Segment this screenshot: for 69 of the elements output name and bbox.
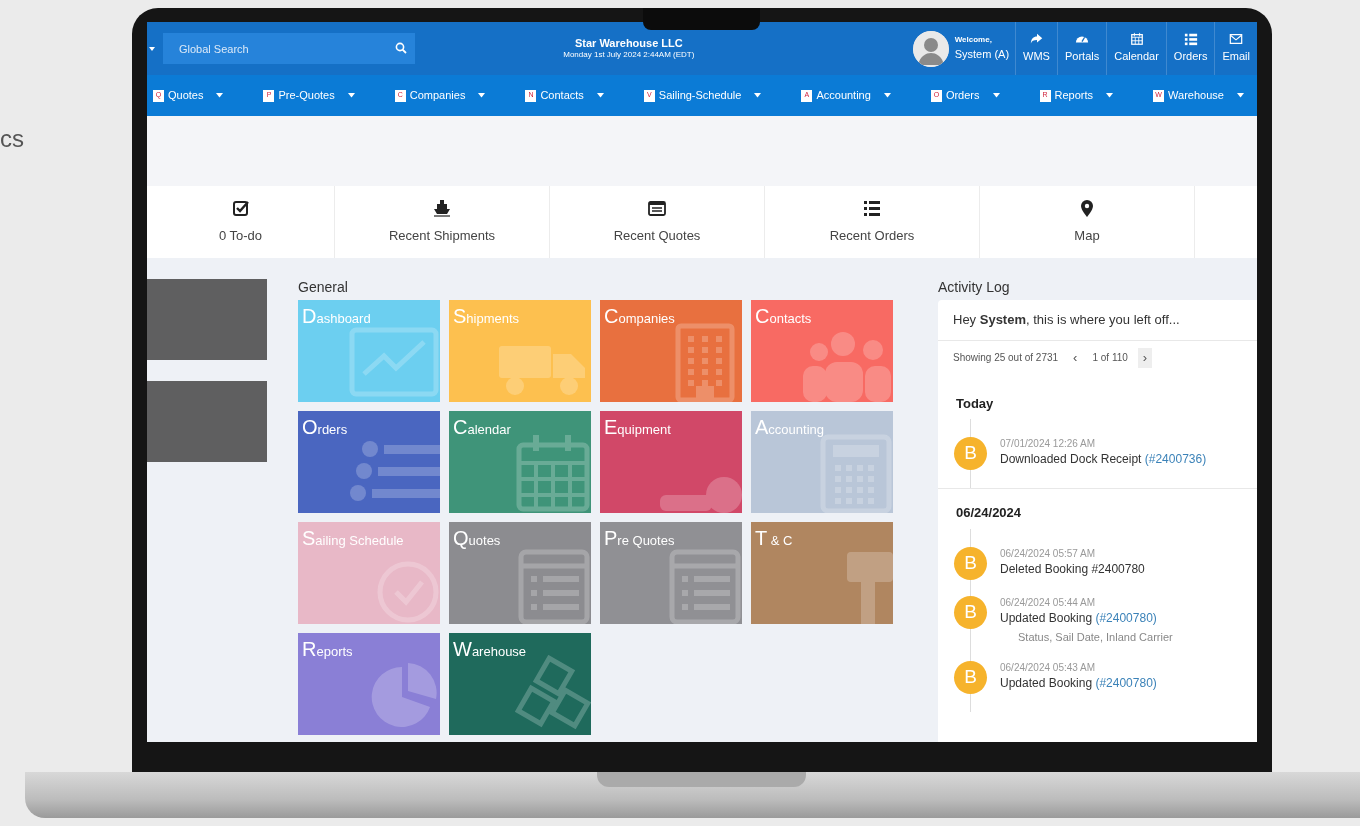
module-tile[interactable]: Orders <box>298 411 440 513</box>
map-pin-icon <box>1078 198 1096 217</box>
user-avatar[interactable] <box>912 30 949 67</box>
booking-link[interactable]: (#2400780) <box>1095 610 1157 625</box>
caret-icon <box>215 93 225 98</box>
pager-summary: Showing 25 out of 2731 <box>953 351 1059 365</box>
entry-time: 06/24/2024 05:57 AM <box>1000 546 1097 561</box>
user-initial-avatar: B <box>954 437 987 470</box>
module-tile[interactable]: Calendar <box>449 411 591 513</box>
caret-icon <box>882 93 892 98</box>
user-initial-avatar: B <box>954 546 987 580</box>
page-indicator: 1 of 110 <box>1092 351 1128 365</box>
browser-window-icon <box>648 198 666 217</box>
quick-link[interactable]: Map <box>980 186 1195 258</box>
section-title: General <box>298 279 349 295</box>
caret-icon <box>595 93 605 98</box>
group-date: 06/24/2024 <box>955 504 1023 522</box>
caret-icon <box>753 93 763 98</box>
ship-icon <box>433 198 451 217</box>
caret-icon <box>1105 93 1115 98</box>
quick-link[interactable]: Recent Quotes <box>550 186 765 258</box>
gavel-icon <box>847 552 893 624</box>
entry-time: 07/01/2024 12:26 AM <box>1000 437 1097 451</box>
user-name: System (A) <box>954 47 1010 63</box>
company-name: Star Warehouse LLC <box>573 36 684 51</box>
list-icon <box>1183 32 1198 47</box>
previous-page-button[interactable]: ‹ <box>1068 347 1083 368</box>
module-tile[interactable]: Companies <box>600 300 742 402</box>
entry-time: 06/24/2024 05:44 AM <box>1000 595 1097 610</box>
entry-time: 06/24/2024 05:43 AM <box>1000 661 1097 675</box>
caret-icon <box>477 93 487 98</box>
module-tile[interactable]: Contacts <box>751 300 893 402</box>
search-icon[interactable] <box>395 42 407 54</box>
section-title: Activity Log <box>938 279 1011 295</box>
search-field[interactable]: Global Search <box>163 33 415 64</box>
entry-text: Deleted Booking #2400780 <box>1000 560 1145 577</box>
caret-icon <box>346 93 356 98</box>
quick-link[interactable]: Recent Orders <box>765 186 980 258</box>
caret-icon <box>1235 93 1245 98</box>
checkbox-icon <box>231 198 250 217</box>
caret-icon <box>991 93 1001 98</box>
next-page-button[interactable]: › <box>1137 347 1153 368</box>
module-tile[interactable]: Pre Quotes <box>600 522 742 624</box>
user-initial-avatar: B <box>954 595 987 629</box>
calendar-icon <box>1129 32 1144 47</box>
module-tile[interactable]: Quotes <box>449 522 591 624</box>
wrench-icon <box>660 477 742 513</box>
entry-text: Updated Booking (#2400780) <box>1000 609 1158 626</box>
booking-link[interactable]: (#2400780) <box>1095 676 1157 690</box>
quick-link[interactable]: 0 To-do <box>147 186 335 258</box>
entry-detail: Status, Sail Date, Inland Carrier <box>1017 629 1173 645</box>
entry-text: Updated Booking (#2400780) <box>1000 675 1157 691</box>
background-text: cs <box>0 125 24 154</box>
module-tile[interactable]: Reports <box>298 633 440 735</box>
welcome-text: Welcome, <box>954 34 993 47</box>
date-time: Monday 1st July 2024 2:44AM (EDT) <box>562 50 696 61</box>
entry-text: Downloaded Dock Receipt (#2400736) <box>1000 451 1207 467</box>
quick-link[interactable]: Recent Shipments <box>335 186 550 258</box>
group-date: Today <box>955 394 995 413</box>
list-icon <box>863 198 881 217</box>
module-tile[interactable]: Warehouse <box>449 633 591 735</box>
caret-icon <box>149 46 155 51</box>
user-initial-avatar: B <box>954 661 987 694</box>
booking-link[interactable]: (#2400736) <box>1144 452 1207 466</box>
envelope-icon <box>1229 32 1244 47</box>
module-tile[interactable]: T & C <box>751 522 893 624</box>
module-tile[interactable]: Equipment <box>600 411 742 513</box>
clock-icon <box>376 560 440 624</box>
greeting-text: Hey System, this is where you left off... <box>938 300 1257 341</box>
